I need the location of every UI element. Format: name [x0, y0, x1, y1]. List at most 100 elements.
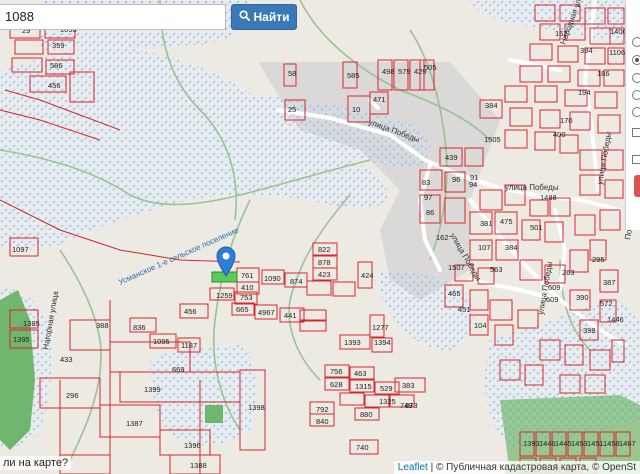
parcel-number-label: 874: [290, 277, 303, 286]
parcel-number-label: 1453: [571, 439, 588, 448]
parcel-number-label: 1396: [184, 441, 201, 450]
parcel-number-label: 1505: [484, 135, 501, 144]
parcel-number-label: 1315: [355, 382, 372, 391]
layer-checkbox-2[interactable]: [632, 155, 640, 164]
search-input[interactable]: 1088: [0, 4, 226, 30]
parcel-number-label: 4967: [258, 308, 275, 317]
parcel-number-label: 1259: [216, 291, 233, 300]
cadastral-map[interactable]: улица Победы улица Победы улица Победы у…: [0, 0, 640, 474]
layer-checkbox-1[interactable]: [632, 128, 640, 137]
parcel-number-label: 387: [603, 278, 616, 287]
parcel-number-label: 295: [592, 255, 605, 264]
parcel-number-label: 1090: [264, 274, 281, 283]
help-link[interactable]: ли на карте?: [0, 456, 72, 470]
parcel-number-label: 1106: [609, 48, 625, 57]
search-button[interactable]: Найти: [231, 4, 297, 30]
parcel-number-label: 665: [236, 305, 249, 314]
parcel-number-label: 1451: [587, 439, 604, 448]
panel-action-button[interactable]: [634, 175, 640, 197]
map-attribution: Leaflet | © Публичная кадастровая карта,…: [393, 461, 640, 474]
parcel-number-label: 94: [469, 180, 477, 189]
parcel-number-label: 740: [356, 443, 369, 452]
parcel-number-label: 83: [422, 178, 430, 187]
leaflet-link[interactable]: Leaflet: [398, 462, 428, 473]
parcel-number-label: 1394: [374, 338, 391, 347]
parcel-number-label: 572: [600, 299, 613, 308]
parcel-number-label: 194: [578, 88, 591, 97]
parcel-number-label: 381: [480, 219, 493, 228]
parcel-number-label: 424: [361, 271, 374, 280]
parcel-number-label: 384: [485, 101, 498, 110]
parcel-number-label: 585: [347, 71, 360, 80]
search-button-label: Найти: [253, 10, 290, 24]
parcel-number-label: 1467: [619, 439, 636, 448]
parcel-number-label: 25: [288, 105, 296, 114]
parcel-number-label: 383: [402, 381, 415, 390]
parcel-number-label: 529: [380, 384, 393, 393]
parcel-number-label: 761: [241, 271, 254, 280]
parcel-number-label: 471: [373, 95, 386, 104]
layer-radio-5[interactable]: [632, 107, 640, 117]
parcel-number-label: 162: [555, 29, 568, 38]
parcel-number-label: 1393: [344, 338, 361, 347]
parcel-number-label: 1277: [372, 323, 389, 332]
parcel-number-label: 456: [48, 81, 61, 90]
parcel-number-label: 433: [60, 355, 73, 364]
parcel-number-label: 86: [426, 208, 434, 217]
parcel-number-label: 1445: [555, 439, 572, 448]
parcel-number-label: 880: [360, 410, 373, 419]
parcel-number-label: 1325: [379, 397, 396, 406]
parcel-number-label: 186: [597, 69, 610, 78]
parcel-number-label: 400: [553, 130, 566, 139]
parcel-number-label: 388: [96, 321, 109, 330]
parcel-number-label: 505: [424, 63, 437, 72]
parcel-number-label: 441: [284, 311, 297, 320]
parcel-number-label: 822: [318, 245, 331, 254]
layer-radio-4[interactable]: [632, 90, 640, 100]
parcel-number-label: 501: [530, 223, 543, 232]
parcel-number-label: 878: [318, 258, 331, 267]
parcel-number-label: 439: [445, 153, 458, 162]
parcel-number-label: 1398: [248, 403, 265, 412]
layer-radio-1[interactable]: [632, 37, 640, 47]
parcel-number-label: 1446: [607, 315, 624, 324]
parcel-number-label: 579: [398, 67, 411, 76]
parcel-number-label: 628: [330, 380, 343, 389]
street-label-pobedy-2: улица Победы: [505, 183, 559, 192]
parcel-number-label: 1507: [448, 263, 465, 272]
parcel-number-label: 359: [52, 41, 65, 50]
layer-radio-2[interactable]: [632, 55, 640, 65]
parcel-number-label: 465: [448, 289, 461, 298]
parcel-number-label: 1395: [13, 335, 30, 344]
parcel-number-label: 1488: [540, 193, 557, 202]
parcel-number-label: 463: [354, 369, 367, 378]
parcel-number-label: 390: [576, 293, 589, 302]
parcel-number-label: 58: [288, 69, 296, 78]
parcel-number-label: 451: [458, 305, 471, 314]
parcel-number-label: 836: [133, 323, 146, 332]
parcel-number-label: 756: [330, 367, 343, 376]
parcel-number-label: 104: [474, 321, 487, 330]
parcel-number-label: 1187: [181, 341, 197, 350]
parcel-number-label: 1095: [153, 337, 170, 346]
parcel-number-label: 423: [318, 270, 331, 279]
parcel-number-label: 296: [66, 391, 79, 400]
parcel-number-label: 10: [352, 105, 360, 114]
parcel-number-label: 669: [172, 365, 185, 374]
parcel-number-label: 456: [184, 307, 197, 316]
parcel-number-label: 162: [436, 233, 449, 242]
parcel-number-label: 384: [505, 243, 518, 252]
parcel-number-label: 586: [50, 61, 63, 70]
parcel-number-label: 1393: [523, 439, 540, 448]
parcel-number-label: 410: [241, 283, 254, 292]
parcel-number-label: 1388: [190, 461, 207, 470]
parcel-number-label: 1446: [539, 439, 556, 448]
parcel-number-label: 792: [316, 405, 329, 414]
parcel-number-label: 96: [452, 175, 460, 184]
layer-radio-3[interactable]: [632, 73, 640, 83]
parcel-number-label: 563: [490, 265, 503, 274]
parcel-number-label: 475: [500, 217, 513, 226]
parcel-number-label: 840: [316, 417, 329, 426]
parcel-number-label: 1385: [23, 319, 40, 328]
parcel-number-label: 1458: [603, 439, 620, 448]
